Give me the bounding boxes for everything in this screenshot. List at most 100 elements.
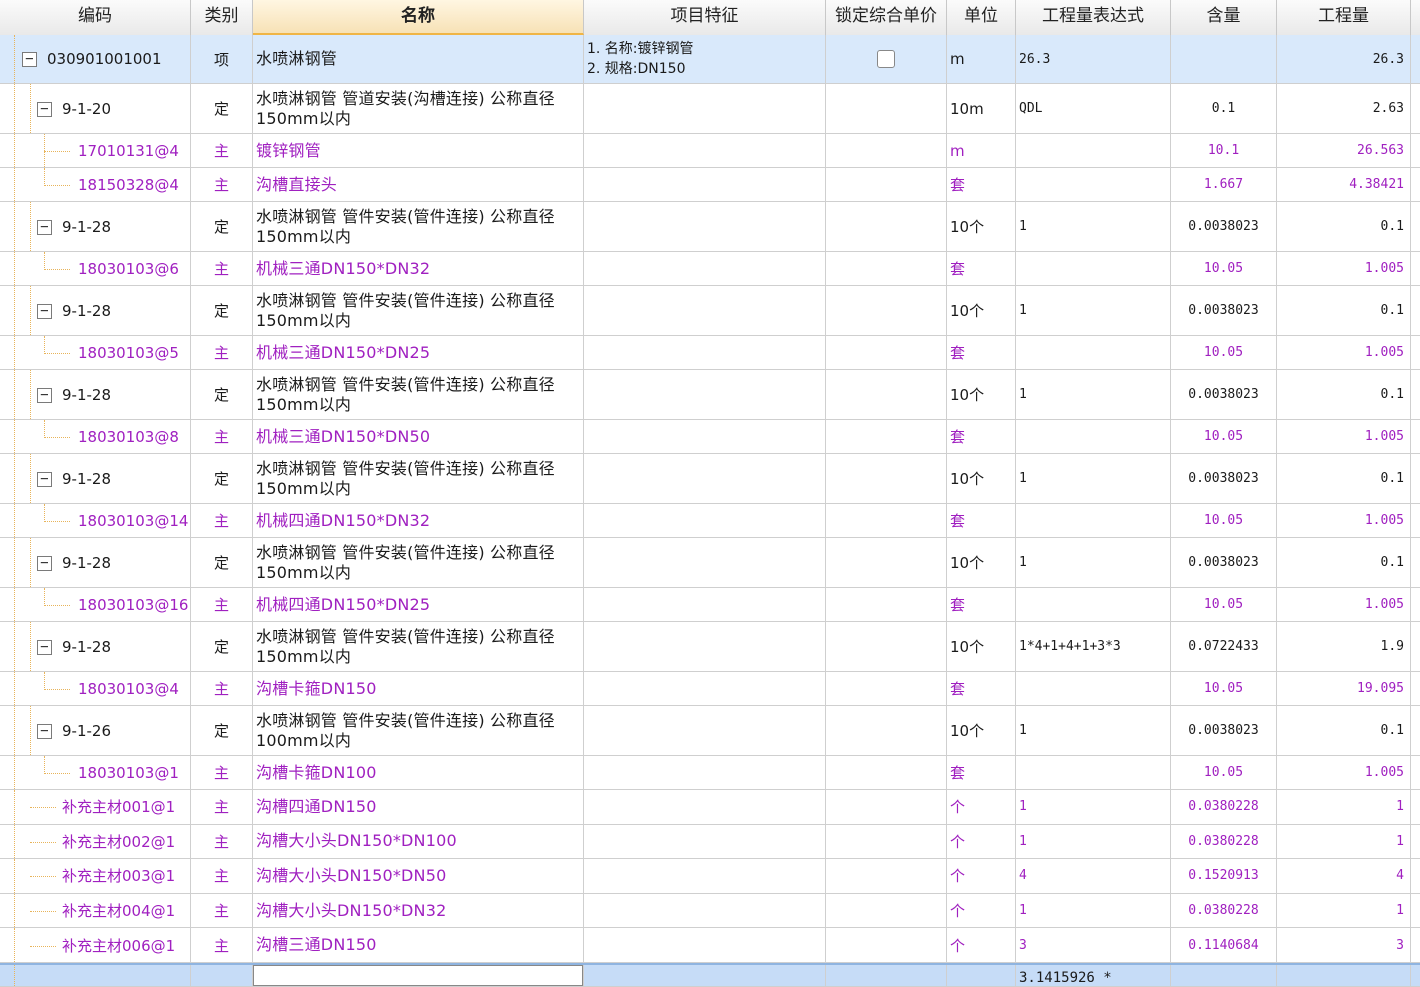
cell-name[interactable]: 机械四通DN150*DN32 xyxy=(253,504,584,537)
cell-unit[interactable]: 套 xyxy=(947,252,1016,285)
cell-content[interactable]: 0.1140684 xyxy=(1171,928,1277,962)
table-row[interactable]: −9-1-28 定水喷淋钢管 管件安装(管件连接) 公称直径150mm以内 10个 1… xyxy=(0,370,1420,420)
table-row[interactable]: −030901001001 项水喷淋钢管 1. 名称:镀锌钢管 2. 规格:DN150… xyxy=(0,35,1420,84)
cell-unit[interactable]: 个 xyxy=(947,790,1016,824)
cell-name[interactable]: 水喷淋钢管 管件安装(管件连接) 公称直径100mm以内 xyxy=(253,706,584,755)
cell-feature[interactable] xyxy=(584,134,826,167)
cell-category[interactable]: 定 xyxy=(191,622,253,671)
table-row[interactable]: 17010131@4 主镀锌钢管 m 10.1 26.563 xyxy=(0,134,1420,168)
cell-quantity[interactable]: 0.1 xyxy=(1277,286,1411,335)
cell-content[interactable]: 10.05 xyxy=(1171,756,1277,789)
cell-feature[interactable] xyxy=(584,824,826,859)
cell-code[interactable]: 18030103@6 xyxy=(0,252,191,285)
cell-expression[interactable] xyxy=(1016,168,1171,201)
cell-expression[interactable]: 1 xyxy=(1016,706,1171,755)
table-row[interactable]: 18030103@6 主机械三通DN150*DN32 套 10.05 1.005 xyxy=(0,252,1420,286)
cell-lock-price[interactable] xyxy=(826,790,947,824)
cell-feature[interactable] xyxy=(584,504,826,537)
header-quantity[interactable]: 工程量 xyxy=(1277,0,1411,35)
table-row[interactable]: 18150328@4 主沟槽直接头 套 1.667 4.38421 xyxy=(0,168,1420,202)
cell-expression[interactable]: 1 xyxy=(1016,370,1171,419)
cell-unit[interactable]: 个 xyxy=(947,893,1016,928)
cell-unit[interactable]: 套 xyxy=(947,672,1016,705)
cell-lock-price[interactable] xyxy=(826,756,947,789)
cell-lock-price[interactable] xyxy=(826,893,947,928)
cell-unit[interactable]: m xyxy=(947,134,1016,167)
cell-name[interactable]: 沟槽大小头DN150*DN50 xyxy=(253,859,584,893)
cell-name[interactable]: 水喷淋钢管 管件安装(管件连接) 公称直径150mm以内 xyxy=(253,286,584,335)
cell-content[interactable] xyxy=(1171,35,1277,83)
cell-code[interactable]: −9-1-28 xyxy=(0,538,191,587)
cell-code[interactable]: −9-1-20 xyxy=(0,84,191,133)
cell-unit[interactable]: 个 xyxy=(947,859,1016,893)
cell-unit[interactable]: 10个 xyxy=(947,454,1016,503)
cell-lock-price[interactable] xyxy=(826,928,947,962)
cell-quantity[interactable]: 1.005 xyxy=(1277,504,1411,537)
cell-category[interactable]: 定 xyxy=(191,538,253,587)
cell-lock-price[interactable] xyxy=(826,538,947,587)
cell-quantity[interactable]: 1 xyxy=(1277,893,1411,928)
cell-lock-price[interactable] xyxy=(826,84,947,133)
cell-code[interactable]: 18030103@1 xyxy=(0,756,191,789)
cell-category[interactable]: 主 xyxy=(191,336,253,369)
cell-lock-price[interactable] xyxy=(826,824,947,859)
cell-code[interactable]: −9-1-28 xyxy=(0,454,191,503)
table-row[interactable]: 补充主材006@1 主沟槽三通DN150 个 3 0.1140684 3 xyxy=(0,928,1420,963)
cell-lock-price[interactable] xyxy=(826,588,947,621)
header-lock-price[interactable]: 锁定综合单价 xyxy=(826,0,947,35)
cell-feature[interactable] xyxy=(584,370,826,419)
cell-lock-price[interactable] xyxy=(826,454,947,503)
cell-feature[interactable] xyxy=(584,965,826,986)
cell-expression[interactable]: 1 xyxy=(1016,790,1171,824)
cell-code[interactable]: 补充主材006@1 xyxy=(0,928,191,962)
cell-name[interactable]: 沟槽卡箍DN100 xyxy=(253,756,584,789)
cell-category[interactable]: 定 xyxy=(191,84,253,133)
cell-lock-price[interactable] xyxy=(826,672,947,705)
cell-category[interactable]: 定 xyxy=(191,286,253,335)
cell-name[interactable]: 镀锌钢管 xyxy=(253,134,584,167)
cell-feature[interactable] xyxy=(584,420,826,453)
cell-code[interactable]: −9-1-28 xyxy=(0,286,191,335)
collapse-icon[interactable]: − xyxy=(37,723,52,739)
cell-unit[interactable]: 套 xyxy=(947,504,1016,537)
cell-feature[interactable] xyxy=(584,202,826,251)
cell-content[interactable]: 0.1 xyxy=(1171,84,1277,133)
cell-name[interactable]: 水喷淋钢管 管件安装(管件连接) 公称直径150mm以内 xyxy=(253,454,584,503)
cell-feature[interactable] xyxy=(584,706,826,755)
cell-category[interactable]: 定 xyxy=(191,202,253,251)
table-row[interactable]: −9-1-28 定水喷淋钢管 管件安装(管件连接) 公称直径150mm以内 10个 1… xyxy=(0,622,1420,672)
cell-lock-price[interactable] xyxy=(826,965,947,986)
cell-expression[interactable]: 1 xyxy=(1016,202,1171,251)
cell-quantity[interactable]: 1.005 xyxy=(1277,336,1411,369)
cell-name[interactable] xyxy=(253,965,584,986)
collapse-icon[interactable]: − xyxy=(37,219,52,235)
cell-lock-price[interactable] xyxy=(826,252,947,285)
cell-unit[interactable]: 套 xyxy=(947,588,1016,621)
cell-feature[interactable] xyxy=(584,252,826,285)
cell-unit[interactable]: 套 xyxy=(947,336,1016,369)
cell-name[interactable]: 水喷淋钢管 管件安装(管件连接) 公称直径150mm以内 xyxy=(253,202,584,251)
cell-content[interactable]: 10.05 xyxy=(1171,252,1277,285)
cell-lock-price[interactable] xyxy=(826,202,947,251)
cell-unit[interactable]: 10个 xyxy=(947,286,1016,335)
cell-lock-price[interactable] xyxy=(826,622,947,671)
cell-quantity[interactable]: 1.005 xyxy=(1277,420,1411,453)
table-row[interactable]: 18030103@1 主沟槽卡箍DN100 套 10.05 1.005 xyxy=(0,756,1420,790)
cell-content[interactable]: 10.05 xyxy=(1171,588,1277,621)
cell-quantity[interactable]: 1 xyxy=(1277,790,1411,824)
cell-expression[interactable]: 26.3 xyxy=(1016,35,1171,83)
cell-name[interactable]: 水喷淋钢管 管道安装(沟槽连接) 公称直径150mm以内 xyxy=(253,84,584,133)
table-row[interactable]: 补充主材004@1 主沟槽大小头DN150*DN32 个 1 0.0380228 1 xyxy=(0,893,1420,929)
cell-content[interactable]: 10.05 xyxy=(1171,504,1277,537)
header-unit[interactable]: 单位 xyxy=(947,0,1016,35)
cell-name[interactable]: 机械三通DN150*DN25 xyxy=(253,336,584,369)
cell-content[interactable]: 0.0038023 xyxy=(1171,538,1277,587)
cell-lock-price[interactable] xyxy=(826,420,947,453)
cell-quantity[interactable]: 4.38421 xyxy=(1277,168,1411,201)
cell-content[interactable]: 0.0380228 xyxy=(1171,893,1277,928)
cell-category[interactable]: 主 xyxy=(191,928,253,962)
cell-category[interactable] xyxy=(191,965,253,986)
cell-code[interactable]: 18030103@5 xyxy=(0,336,191,369)
cell-feature[interactable] xyxy=(584,928,826,962)
cell-quantity[interactable]: 19.095 xyxy=(1277,672,1411,705)
